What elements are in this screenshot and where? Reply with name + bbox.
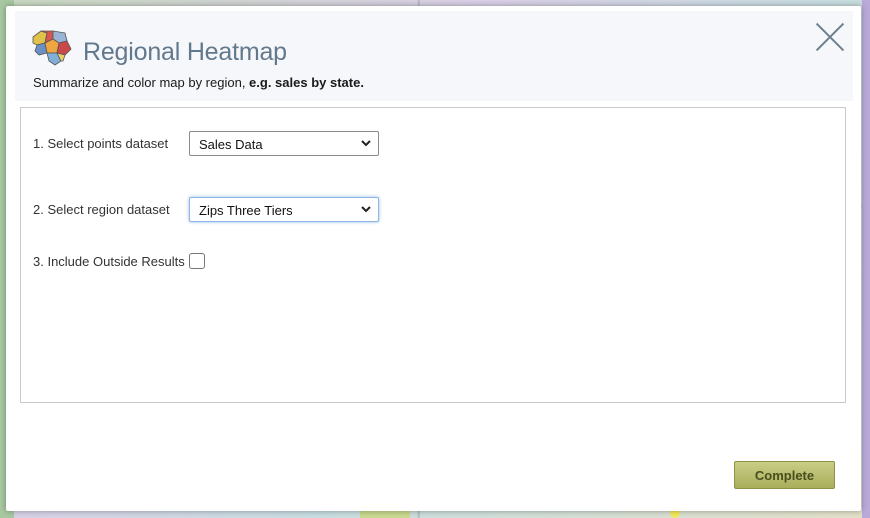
subtitle-example: e.g. sales by state. [249, 75, 364, 90]
outside-results-checkbox[interactable] [189, 253, 205, 269]
complete-button[interactable]: Complete [734, 461, 835, 489]
region-dataset-label: 2. Select region dataset [33, 202, 170, 217]
form-panel: 1. Select points dataset Sales Data 2. S… [20, 107, 846, 403]
subtitle-text: Summarize and color map by region, [33, 75, 250, 90]
points-dataset-select[interactable]: Sales Data [189, 131, 379, 156]
outside-results-label: 3. Include Outside Results [33, 254, 185, 269]
points-dataset-label: 1. Select points dataset [33, 136, 169, 151]
region-dataset-value: Zips Three Tiers [199, 203, 293, 218]
us-map-icon [32, 30, 72, 66]
chevron-down-icon [361, 206, 371, 213]
region-dataset-select[interactable]: Zips Three Tiers [189, 197, 379, 222]
regional-heatmap-dialog: Regional Heatmap Summarize and color map… [6, 6, 861, 511]
chevron-down-icon [361, 140, 371, 147]
close-icon[interactable] [815, 22, 845, 52]
dialog-title: Regional Heatmap [83, 38, 287, 66]
dialog-subtitle: Summarize and color map by region, e.g. … [33, 75, 364, 90]
dialog-header: Regional Heatmap Summarize and color map… [15, 11, 853, 101]
points-dataset-value: Sales Data [199, 137, 263, 152]
map-region [862, 0, 870, 518]
